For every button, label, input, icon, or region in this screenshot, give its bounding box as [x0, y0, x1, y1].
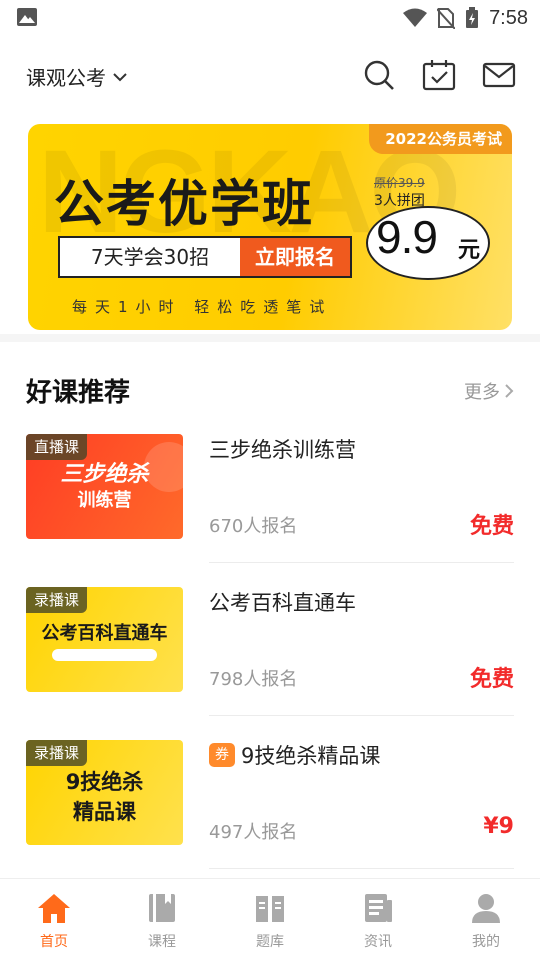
status-time: 7:58 — [489, 6, 528, 29]
battery-charging-icon — [466, 7, 479, 28]
thumb-line-1: 三步绝杀 — [60, 462, 149, 487]
course-item[interactable]: 公考百科直通车 录播课 公考百科直通车 798人报名 免费 — [26, 587, 514, 717]
coupon-badge: 券 — [209, 743, 235, 767]
calendar-check-icon — [422, 60, 456, 91]
status-bar: 7:58 — [0, 0, 540, 36]
status-right: 7:58 — [403, 4, 528, 32]
banner-group-buy: 3人拼团 — [374, 193, 425, 209]
course-thumbnail: 公考百科直通车 录播课 — [26, 587, 183, 692]
course-title: 三步绝杀训练营 — [209, 434, 356, 464]
nav-label: 资讯 — [364, 934, 392, 950]
course-title: 公考百科直通车 — [209, 587, 356, 617]
course-title-text: 9技绝杀精品课 — [241, 744, 381, 768]
search-icon — [364, 60, 394, 90]
bottom-nav: 首页 课程 题库 资讯 我的 — [0, 878, 540, 960]
banner-price-unit: 元 — [458, 238, 481, 263]
thumb-caption-pill — [52, 649, 157, 661]
chevron-right-icon — [505, 384, 514, 398]
banner-price: 9.9 — [376, 211, 438, 263]
question-bank-icon — [253, 891, 287, 925]
news-icon — [361, 891, 395, 925]
course-item[interactable]: 三步绝杀 训练营 直播课 三步绝杀训练营 670人报名 免费 — [26, 434, 514, 564]
nav-label: 题库 — [256, 934, 284, 950]
profile-icon — [469, 891, 503, 925]
more-label: 更多 — [464, 382, 500, 403]
course-book-icon — [145, 891, 179, 925]
course-type-tag: 录播课 — [26, 587, 88, 613]
banner-title: 公考优学班 — [54, 175, 314, 233]
nav-question-bank[interactable]: 题库 — [216, 879, 324, 960]
messages-button[interactable] — [482, 58, 516, 92]
thumb-line-2: 精品课 — [73, 800, 136, 824]
nav-profile[interactable]: 我的 — [432, 879, 540, 960]
enrollment-count: 497人报名 — [209, 822, 298, 843]
enrollment-count: 798人报名 — [209, 669, 298, 690]
course-item[interactable]: 9技绝杀 精品课 录播课 券 9技绝杀精品课 497人报名 ¥9 — [26, 740, 514, 870]
enrollment-count: 670人报名 — [209, 516, 298, 537]
course-title-text: 三步绝杀训练营 — [209, 438, 356, 462]
row-divider — [209, 868, 514, 869]
nav-label: 我的 — [472, 934, 500, 950]
calendar-button[interactable] — [422, 58, 456, 92]
thumb-line-1: 公考百科直通车 — [41, 623, 168, 644]
search-button[interactable] — [362, 58, 396, 92]
course-price: ¥9 — [483, 814, 514, 839]
banner-cta-box: 7天学会30招 立即报名 — [58, 236, 352, 278]
wifi-icon — [403, 8, 428, 27]
thumb-line-2: 训练营 — [77, 490, 132, 511]
more-link[interactable]: 更多 — [464, 378, 514, 404]
nav-courses[interactable]: 课程 — [108, 879, 216, 960]
section-divider — [0, 334, 540, 342]
nav-home[interactable]: 首页 — [0, 879, 108, 960]
banner-corner-tag: 2022公务员考试 — [369, 124, 512, 154]
exam-selector[interactable]: 课观公考 — [26, 62, 128, 91]
no-sim-icon — [437, 8, 456, 29]
mail-icon — [482, 62, 516, 88]
exam-selector-label: 课观公考 — [26, 66, 106, 90]
home-icon — [37, 891, 71, 925]
course-thumbnail: 三步绝杀 训练营 直播课 — [26, 434, 183, 539]
app-header: 课观公考 — [0, 52, 540, 104]
gallery-notification-icon — [17, 8, 37, 26]
course-title: 券 9技绝杀精品课 — [209, 740, 380, 770]
row-divider — [209, 715, 514, 716]
course-type-tag: 录播课 — [26, 740, 88, 766]
nav-news[interactable]: 资讯 — [324, 879, 432, 960]
row-divider — [209, 562, 514, 563]
header-actions — [362, 58, 516, 92]
banner-signup-button[interactable]: 立即报名 — [240, 238, 350, 276]
banner-slogan: 每天1小时 轻松吃透笔试 — [72, 298, 333, 316]
chevron-down-icon — [113, 72, 127, 81]
nav-label: 课程 — [148, 934, 176, 950]
section-title: 好课推荐 — [26, 378, 131, 408]
course-thumbnail: 9技绝杀 精品课 录播课 — [26, 740, 183, 845]
course-price: 免费 — [469, 667, 514, 692]
promo-banner[interactable]: NGKAO 2022公务员考试 公考优学班 7天学会30招 立即报名 每天1小时… — [28, 124, 512, 330]
course-title-text: 公考百科直通车 — [209, 591, 356, 615]
banner-original-price: 原价39.9 — [374, 176, 425, 190]
nav-label: 首页 — [40, 934, 68, 950]
banner-sub-text: 7天学会30招 — [90, 245, 210, 269]
course-price: 免费 — [469, 514, 514, 539]
course-type-tag: 直播课 — [26, 434, 88, 460]
thumb-line-1: 9技绝杀 — [65, 770, 144, 794]
